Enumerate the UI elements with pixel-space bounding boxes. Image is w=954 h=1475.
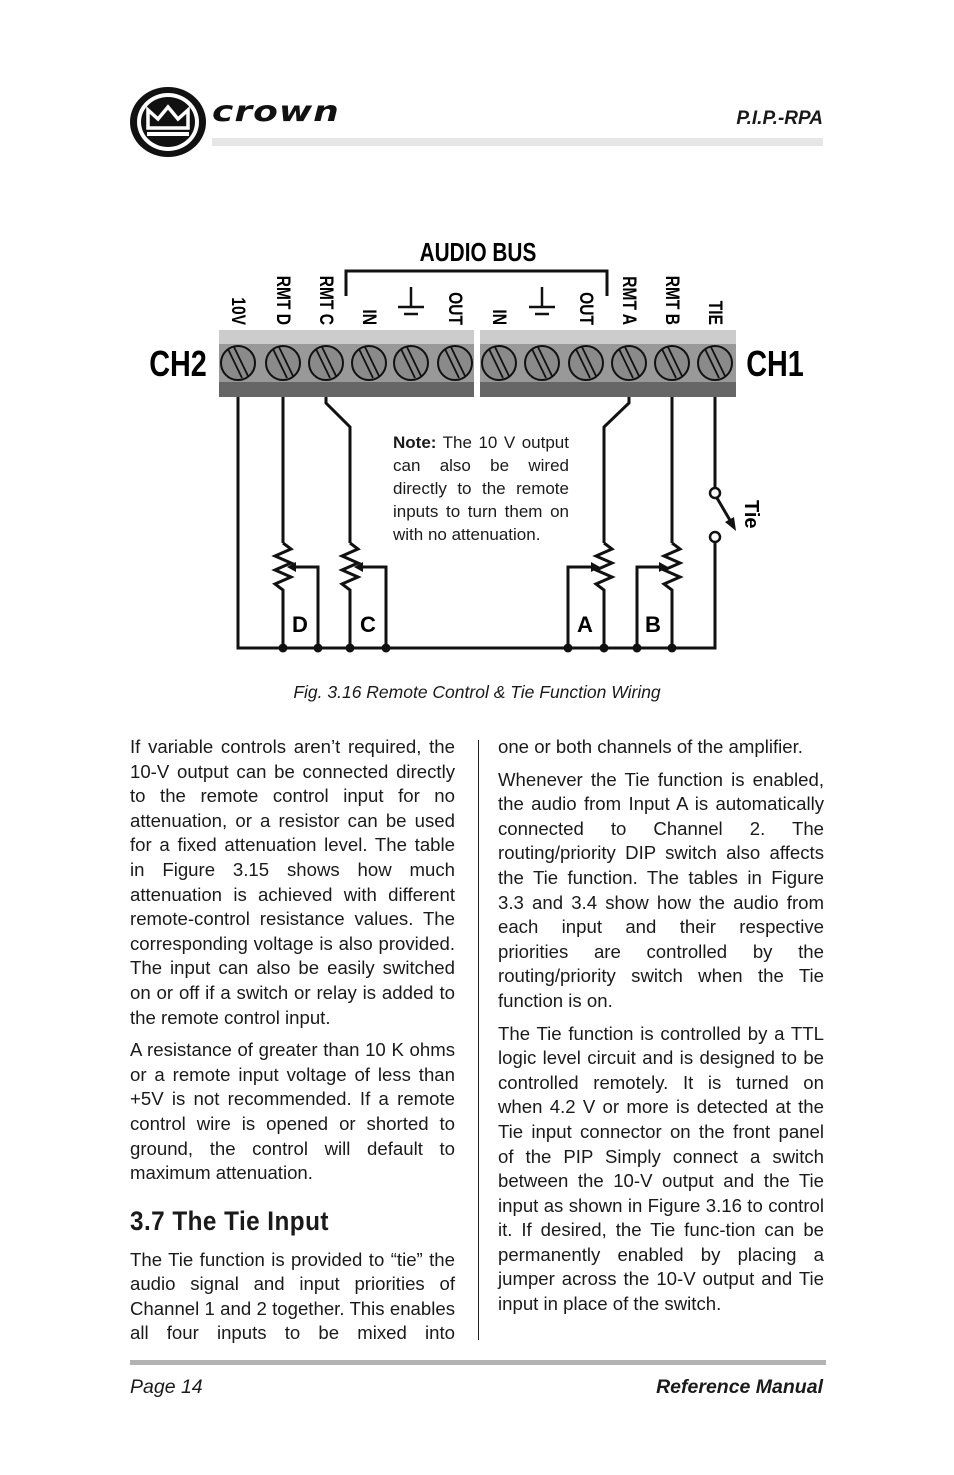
- section-heading: 3.7 The Tie Input: [130, 1205, 329, 1236]
- terminal-screw: [351, 345, 387, 381]
- terminal-label: IN: [359, 309, 381, 325]
- terminal-label: OUT: [445, 292, 467, 325]
- ground-symbol: [529, 287, 555, 316]
- page-number: Page 14: [130, 1376, 203, 1398]
- audio-bus-bracket: [344, 269, 609, 296]
- column-divider: [478, 740, 479, 1340]
- terminal-screw: [437, 345, 473, 381]
- brand-wordmark: crown: [212, 96, 340, 128]
- pot-label-c: C: [360, 612, 376, 637]
- terminal-label: RMT B: [662, 276, 684, 325]
- tie-switch-icon: [708, 486, 736, 544]
- paragraph: A resistance of greater than 10 K ohms o…: [130, 1039, 455, 1184]
- paragraph: If variable controls aren’t required, th…: [130, 736, 455, 1028]
- terminal-label: IN: [489, 309, 511, 325]
- paragraph: The Tie function is controlled by a TTL …: [498, 1022, 824, 1315]
- figure-caption: Fig. 3.16 Remote Control & Tie Function …: [293, 682, 661, 702]
- terminal-screw: [220, 345, 256, 381]
- terminal-label: RMT C: [316, 276, 338, 326]
- footer-title: Reference Manual: [656, 1376, 823, 1398]
- paragraph: one or both channels of the amplifier.: [498, 736, 803, 757]
- header-rule: [212, 138, 823, 146]
- pot-label-b: B: [645, 612, 661, 637]
- terminal-screw: [568, 345, 604, 381]
- terminal-label: 10V: [228, 297, 250, 325]
- ch2-label: CH2: [149, 343, 207, 384]
- terminal-screw: [265, 345, 301, 381]
- terminal-label: RMT D: [273, 276, 295, 325]
- paragraph: Whenever the Tie function is enabled, th…: [498, 768, 824, 1011]
- terminal-screw: [393, 345, 429, 381]
- left-column: If variable controls aren’t required, th…: [130, 735, 455, 1354]
- ground-symbol: [398, 287, 424, 316]
- diagram-note: Note: The 10 V output can also be wired …: [393, 431, 569, 546]
- terminal-screw: [524, 345, 560, 381]
- terminal-strip-ch2: [219, 330, 474, 397]
- paragraph: The Tie function is provided to “tie” th…: [130, 1248, 455, 1344]
- terminal-label: TIE: [705, 301, 727, 325]
- terminal-screw: [697, 345, 733, 381]
- footer-rule: [130, 1360, 826, 1365]
- pot-label-a: A: [577, 612, 593, 637]
- right-column: one or both channels of the amplifier. W…: [498, 735, 824, 1325]
- pot-label-d: D: [292, 612, 308, 637]
- note-bold: Note:: [393, 433, 437, 452]
- document-code: P.I.P.-RPA: [736, 108, 823, 129]
- terminal-screw: [611, 345, 647, 381]
- terminal-label: OUT: [576, 292, 598, 325]
- ch1-label: CH1: [746, 343, 804, 384]
- audio-bus-label: AUDIO BUS: [420, 238, 537, 267]
- terminal-label: RMT A: [619, 276, 641, 325]
- tie-switch-label: Tie: [740, 500, 762, 529]
- crown-logo-icon: [130, 87, 206, 157]
- terminal-screw: [654, 345, 690, 381]
- terminal-screw: [308, 345, 344, 381]
- terminal-screw: [481, 345, 517, 381]
